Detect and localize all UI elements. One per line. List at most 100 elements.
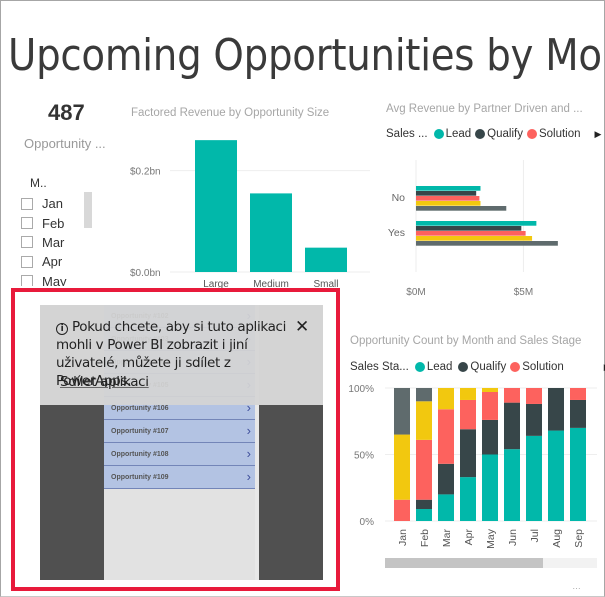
- x-tick-label: $0M: [406, 287, 425, 298]
- legend-dot-lead: [414, 362, 425, 372]
- stack-segment: [394, 499, 410, 521]
- legend-qualify[interactable]: Qualify: [470, 361, 506, 373]
- bar: [416, 241, 558, 246]
- stack-segment: [416, 388, 432, 402]
- stack-segment: [460, 388, 476, 400]
- checkbox[interactable]: [21, 275, 33, 286]
- stack-segment: [548, 430, 564, 521]
- checkbox[interactable]: [21, 255, 33, 268]
- x-tick-label: Apr: [463, 529, 475, 546]
- x-tick-label: May: [485, 528, 497, 549]
- legend-lead[interactable]: Lead: [427, 361, 453, 373]
- stack-segment: [482, 391, 498, 420]
- slicer-item[interactable]: Apr: [21, 252, 93, 271]
- opportunity-count-chart[interactable]: 0% 50% 100% Jan Feb Mar Apr May Jun Jul Aug Sep: [340, 378, 605, 558]
- slicer-item-label: May: [42, 273, 67, 286]
- slicer-item[interactable]: Feb: [21, 213, 93, 232]
- stack-segment: [460, 429, 476, 478]
- x-tick-label: Sep: [573, 529, 585, 548]
- y-tick-label: 50%: [354, 451, 374, 462]
- stack-segment: [394, 434, 410, 500]
- stack-segment: [570, 427, 586, 521]
- stack-segment: [570, 399, 586, 428]
- slicer-scrollbar[interactable]: [84, 192, 92, 228]
- legend-dot-solution: [510, 362, 521, 372]
- avg-revenue-chart[interactable]: $0M $5M No Yes: [378, 150, 603, 300]
- chart-horizontal-scrollbar[interactable]: [385, 558, 597, 568]
- legend-title: Sales Sta...: [350, 361, 409, 373]
- stack-segment: [570, 388, 586, 400]
- legend-dot-lead: [433, 129, 444, 139]
- stack-segment: [438, 494, 454, 521]
- checkbox[interactable]: [21, 197, 33, 210]
- opportunity-count-title: Opportunity Count by Month and Sales Sta…: [350, 335, 582, 347]
- y-tick-label: Yes: [388, 227, 405, 239]
- y-tick-label: No: [392, 192, 406, 204]
- highlight-border: [11, 288, 340, 591]
- stack-segment: [416, 439, 432, 500]
- stack-segment: [504, 449, 520, 521]
- x-tick-label: Jul: [529, 529, 541, 542]
- x-tick-label: $5M: [514, 287, 533, 298]
- bar: [305, 247, 347, 272]
- footer-mark: ...: [573, 585, 582, 591]
- stack-segment: [504, 402, 520, 450]
- avg-revenue-title: Avg Revenue by Partner Driven and ...: [386, 103, 583, 115]
- bar: [250, 193, 292, 272]
- legend-dot-solution: [526, 129, 537, 139]
- page-title: Upcoming Opportunities by Month: [8, 30, 605, 81]
- bar: [416, 186, 481, 191]
- stack-segment: [460, 477, 476, 521]
- bar: [416, 201, 481, 206]
- scrollbar-thumb[interactable]: [385, 558, 543, 568]
- checkbox[interactable]: [21, 217, 33, 230]
- avg-revenue-legend: Sales ... Lead Qualify Solution ▶: [386, 128, 601, 140]
- opportunity-count-legend: Sales Sta... Lead Qualify Solution ▶: [350, 361, 605, 373]
- stack-segment: [394, 388, 410, 435]
- stack-segment: [504, 388, 520, 403]
- stack-segment: [416, 401, 432, 440]
- bar: [416, 196, 480, 201]
- legend-dot-qualify: [458, 362, 469, 372]
- x-tick-label: Jun: [507, 529, 519, 546]
- stack-segment: [482, 419, 498, 455]
- slicer-item[interactable]: Mar: [21, 233, 93, 252]
- legend-next-arrow-icon[interactable]: ▶: [595, 129, 602, 140]
- factored-revenue-title: Factored Revenue by Opportunity Size: [131, 107, 330, 119]
- y-tick-label: 100%: [348, 384, 374, 395]
- x-tick-label: Aug: [551, 529, 563, 548]
- slicer-item-label: Jan: [42, 196, 63, 212]
- card-label: Opportunity ...: [24, 136, 106, 151]
- month-slicer: Jan Feb Mar Apr May: [21, 194, 93, 286]
- slicer-item-label: Mar: [42, 234, 65, 250]
- bar: [416, 231, 526, 236]
- bar: [416, 191, 477, 196]
- bar: [416, 221, 537, 226]
- legend-solution[interactable]: Solution: [522, 361, 564, 373]
- x-tick-label: Mar: [441, 529, 453, 548]
- slicer-item-label: Apr: [42, 254, 63, 270]
- x-tick-label: Feb: [419, 529, 431, 547]
- legend-solution[interactable]: Solution: [539, 128, 581, 140]
- stack-segment: [526, 403, 542, 436]
- legend-lead[interactable]: Lead: [446, 128, 472, 140]
- slicer-item[interactable]: May: [21, 272, 93, 286]
- stack-segment: [526, 435, 542, 521]
- stack-segment: [438, 409, 454, 464]
- stack-segment: [416, 509, 432, 521]
- stack-segment: [416, 499, 432, 510]
- checkbox[interactable]: [21, 236, 33, 249]
- bar: [416, 226, 522, 231]
- stack-segment: [460, 399, 476, 430]
- factored-revenue-chart[interactable]: $0.0bn$0.2bnLarge Medium Small: [120, 120, 375, 295]
- stack-segment: [526, 388, 542, 404]
- stack-segment: [482, 454, 498, 521]
- bar: [416, 236, 533, 241]
- x-tick-label: Jan: [397, 529, 409, 546]
- stack-segment: [548, 388, 564, 431]
- stack-segment: [438, 463, 454, 495]
- legend-qualify[interactable]: Qualify: [487, 128, 523, 140]
- y-tick-label: $0.0bn: [130, 268, 161, 279]
- card-value[interactable]: 487: [48, 100, 85, 126]
- slicer-item[interactable]: Jan: [21, 194, 93, 213]
